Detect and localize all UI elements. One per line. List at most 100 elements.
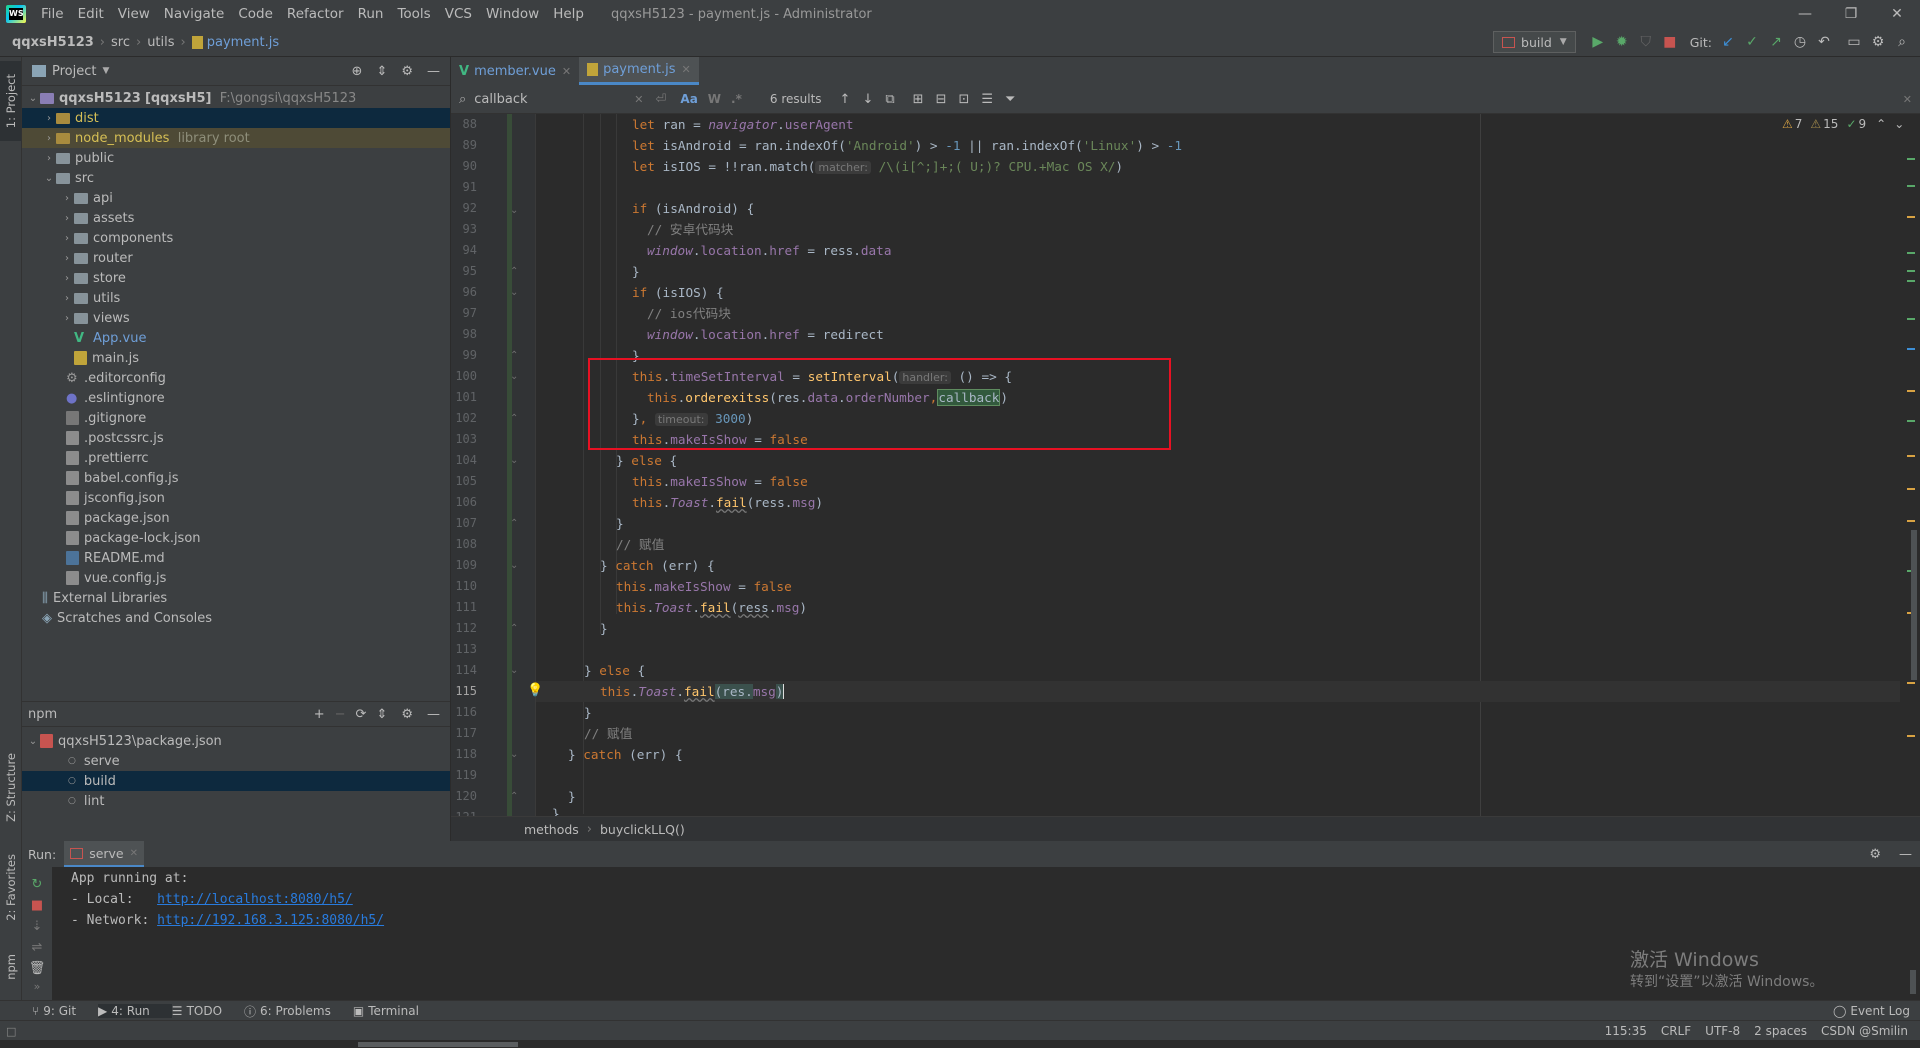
- reload-icon[interactable]: ⟳: [356, 707, 367, 722]
- tree-item-prettierrc[interactable]: .prettierrc: [22, 448, 450, 468]
- event-log-button[interactable]: ◯ Event Log: [1833, 1004, 1910, 1018]
- git-push-icon[interactable]: ↗: [1764, 30, 1788, 54]
- menu-navigate[interactable]: Navigate: [157, 6, 232, 22]
- close-find-icon[interactable]: ✕: [1903, 93, 1912, 106]
- close-tab-icon[interactable]: ✕: [562, 65, 571, 78]
- tree-item-eslintignore[interactable]: ● .eslintignore: [22, 388, 450, 408]
- tree-item-main-js[interactable]: main.js: [22, 348, 450, 368]
- chevron-right-icon[interactable]: ›: [60, 193, 74, 204]
- menu-run[interactable]: Run: [351, 6, 391, 22]
- line-separator[interactable]: CRLF: [1661, 1024, 1691, 1038]
- crumb-src[interactable]: src: [111, 35, 130, 50]
- tab-member-vue[interactable]: V member.vue ✕: [451, 57, 579, 85]
- fold-marker-icon[interactable]: ⌄: [510, 665, 518, 676]
- gear-icon[interactable]: ⚙: [401, 707, 413, 722]
- crumb-project[interactable]: qqxsH5123: [12, 35, 94, 50]
- gear-icon[interactable]: ⚙: [1869, 847, 1881, 862]
- stop-icon[interactable]: ■: [22, 898, 52, 913]
- next-occurrence-icon[interactable]: ↓: [862, 92, 873, 107]
- fold-marker-icon[interactable]: ⌃: [510, 350, 518, 361]
- soft-wrap-icon[interactable]: ⇌: [22, 940, 52, 955]
- git-commit-icon[interactable]: ✓: [1740, 30, 1764, 54]
- hide-icon[interactable]: —: [427, 707, 440, 722]
- whole-words-icon[interactable]: W: [708, 92, 721, 106]
- file-encoding[interactable]: UTF-8: [1705, 1024, 1740, 1038]
- menu-edit[interactable]: Edit: [71, 6, 111, 22]
- fold-marker-icon[interactable]: ⌄: [510, 205, 518, 216]
- tab-favorites-tool[interactable]: 2: Favorites: [0, 842, 21, 932]
- menu-help[interactable]: Help: [546, 6, 591, 22]
- fold-marker-icon[interactable]: ⌄: [510, 749, 518, 760]
- tree-item-package-lock[interactable]: package-lock.json: [22, 528, 450, 548]
- stop-icon[interactable]: ■: [1658, 30, 1682, 54]
- tree-item-babel-config[interactable]: babel.config.js: [22, 468, 450, 488]
- tree-item-dist[interactable]: › dist: [22, 108, 450, 128]
- chevron-right-icon[interactable]: ›: [60, 293, 74, 304]
- fold-marker-icon[interactable]: ⌃: [510, 518, 518, 529]
- close-tab-icon[interactable]: ✕: [130, 848, 138, 859]
- search-everywhere-icon[interactable]: ⌕: [1890, 30, 1914, 54]
- breadcrumb-function[interactable]: buyclickLLQ(): [600, 822, 685, 837]
- npm-script-serve[interactable]: ○ serve: [22, 751, 450, 771]
- tool-tab-todo[interactable]: ☰ TODO: [172, 1004, 244, 1018]
- tree-item-external-libraries[interactable]: ⫼ External Libraries: [22, 588, 450, 608]
- tree-item-readme[interactable]: README.md: [22, 548, 450, 568]
- indent-setting[interactable]: 2 spaces: [1754, 1024, 1807, 1038]
- fold-marker-icon[interactable]: ⌃: [510, 413, 518, 424]
- collapse-all-icon[interactable]: ⇕: [376, 64, 387, 79]
- coverage-icon[interactable]: ⛉: [1634, 30, 1658, 54]
- locate-icon[interactable]: ⊕: [352, 64, 363, 79]
- rerun-icon[interactable]: ↻: [22, 877, 52, 892]
- menu-vcs[interactable]: VCS: [438, 6, 479, 22]
- tree-item-editorconfig[interactable]: ⚙ .editorconfig: [22, 368, 450, 388]
- menu-view[interactable]: View: [111, 6, 157, 22]
- tab-payment-js[interactable]: payment.js ✕: [579, 57, 699, 85]
- git-update-icon[interactable]: ↙: [1716, 30, 1740, 54]
- tree-item-node-modules[interactable]: › node_modules library root: [22, 128, 450, 148]
- run-tab-serve[interactable]: serve ✕: [64, 841, 145, 867]
- menu-refactor[interactable]: Refactor: [280, 6, 351, 22]
- npm-package-root[interactable]: ⌄ qqxsH5123\package.json: [22, 731, 450, 751]
- search-icon[interactable]: ⌕: [459, 92, 466, 107]
- tree-item-store[interactable]: › store: [22, 268, 450, 288]
- add-icon[interactable]: +: [314, 707, 325, 722]
- chevron-right-icon[interactable]: ›: [60, 213, 74, 224]
- tool-tab-terminal[interactable]: ▣ Terminal: [353, 1004, 441, 1018]
- menu-window[interactable]: Window: [479, 6, 546, 22]
- caret-position[interactable]: 115:35: [1605, 1024, 1647, 1038]
- tree-item-router[interactable]: › router: [22, 248, 450, 268]
- restore-button[interactable]: ❐: [1828, 6, 1874, 22]
- fold-marker-icon[interactable]: ⌄: [510, 287, 518, 298]
- tree-item-assets[interactable]: › assets: [22, 208, 450, 228]
- breadcrumb-methods[interactable]: methods: [524, 822, 579, 837]
- menu-code[interactable]: Code: [231, 6, 280, 22]
- trash-icon[interactable]: 🗑: [22, 961, 52, 976]
- chevron-right-icon[interactable]: ›: [60, 313, 74, 324]
- minimize-button[interactable]: —: [1782, 6, 1828, 22]
- add-selection-icon[interactable]: ⊞: [913, 92, 924, 107]
- tree-item-gitignore[interactable]: .gitignore: [22, 408, 450, 428]
- run-scrollbar-thumb[interactable]: [1910, 970, 1916, 994]
- remove-selection-icon[interactable]: ⊟: [936, 92, 947, 107]
- run-icon[interactable]: ▶: [1586, 30, 1610, 54]
- tool-tab-problems[interactable]: ⓘ 6: Problems: [244, 1003, 353, 1020]
- inspection-widget[interactable]: ⚠ 7 ⚠ 15 ✓ 9 ⌃ ⌄: [1782, 117, 1904, 131]
- local-url-link[interactable]: http://localhost:8080/h5/: [157, 892, 353, 907]
- search-options-icon[interactable]: ☰: [981, 92, 993, 107]
- npm-script-build[interactable]: ○ build: [22, 771, 450, 791]
- filter-icon[interactable]: ⏷: [1005, 92, 1015, 107]
- menu-file[interactable]: File: [34, 6, 71, 22]
- select-all-occurrences-icon[interactable]: ⊡: [958, 92, 969, 107]
- debug-icon[interactable]: ✹: [1610, 30, 1634, 54]
- tree-item-postcssrc[interactable]: .postcssrc.js: [22, 428, 450, 448]
- find-in-window-icon[interactable]: ⧉: [885, 92, 894, 107]
- history-icon[interactable]: ◷: [1788, 30, 1812, 54]
- more-icon[interactable]: »: [22, 980, 52, 993]
- project-view-select[interactable]: Project: [52, 64, 96, 79]
- scroll-to-end-icon[interactable]: ⇣: [22, 919, 52, 934]
- code-editor[interactable]: [536, 114, 1900, 816]
- tool-tab-git[interactable]: ⑂ 9: Git: [32, 1004, 98, 1018]
- close-tab-icon[interactable]: ✕: [682, 63, 691, 76]
- find-input[interactable]: callback: [474, 92, 634, 107]
- network-url-link[interactable]: http://192.168.3.125:8080/h5/: [157, 913, 384, 928]
